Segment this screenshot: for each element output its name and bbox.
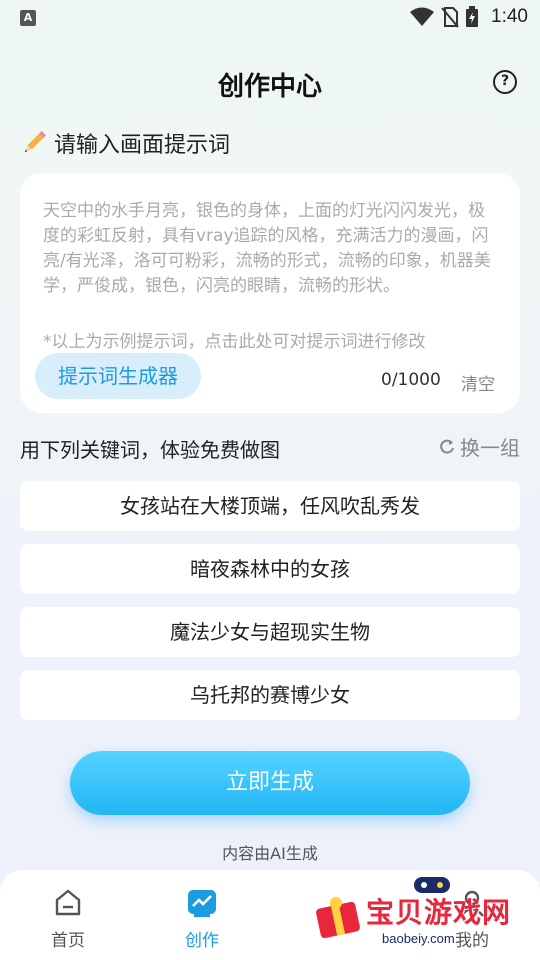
app-notification-icon: A [20,10,36,26]
tab-create-label: 创作 [185,931,219,951]
help-icon[interactable]: ? [493,70,517,94]
page-title: 创作中心 [217,72,322,102]
prompt-heading: 请输入画面提示词 [20,127,230,159]
prompt-card[interactable]: 天空中的水手月亮，银色的身体，上面的灯光闪闪发光，极度的彩虹反射，具有vray追… [20,173,520,413]
gift-icon [316,897,360,939]
keywords-heading: 用下列关键词，体验免费做图 [20,438,280,462]
watermark-url: baobeiy.com [382,931,455,946]
clock: 1:40 [491,6,528,27]
prompt-heading-label: 请输入画面提示词 [54,133,231,158]
home-icon [55,889,81,916]
status-icons: 1:40 [409,6,528,28]
tab-home-label: 首页 [51,931,85,951]
refresh-label: 换一组 [460,436,520,460]
pencil-icon [24,130,47,153]
clear-button[interactable]: 清空 [461,370,495,395]
watermark-text: 宝贝游戏网 [366,896,512,929]
tab-create[interactable]: 创作 [162,888,242,951]
char-counter: 0/1000 [381,370,441,390]
prompt-example-note: *以上为示例提示词，点击此处可对提示词进行修改 [43,332,426,352]
keyword-item[interactable]: 暗夜森林中的女孩 [20,544,520,594]
ai-generated-note: 内容由AI生成 [222,844,318,863]
wifi-icon [410,7,435,26]
prompt-input[interactable]: 天空中的水手月亮，银色的身体，上面的灯光闪闪发光，极度的彩虹反射，具有vray追… [43,199,495,299]
prompt-generator-button[interactable]: 提示词生成器 [35,353,201,399]
create-icon [188,890,216,917]
keyword-item[interactable]: 乌托邦的赛博少女 [20,670,520,720]
header: 创作中心 ? [0,60,540,106]
generate-button[interactable]: 立即生成 [70,751,470,815]
keyword-item[interactable]: 魔法少女与超现实生物 [20,607,520,657]
battery-charging-icon [466,6,479,27]
watermark-logo: 宝贝游戏网 baobeiy.com [312,873,522,953]
no-sim-icon [441,7,459,28]
status-bar: A 1:40 [0,0,540,36]
refresh-icon [440,439,454,454]
tab-home[interactable]: 首页 [28,888,108,951]
keyword-item[interactable]: 女孩站在大楼顶端，任风吹乱秀发 [20,481,520,531]
refresh-button[interactable]: 换一组 [438,432,520,461]
